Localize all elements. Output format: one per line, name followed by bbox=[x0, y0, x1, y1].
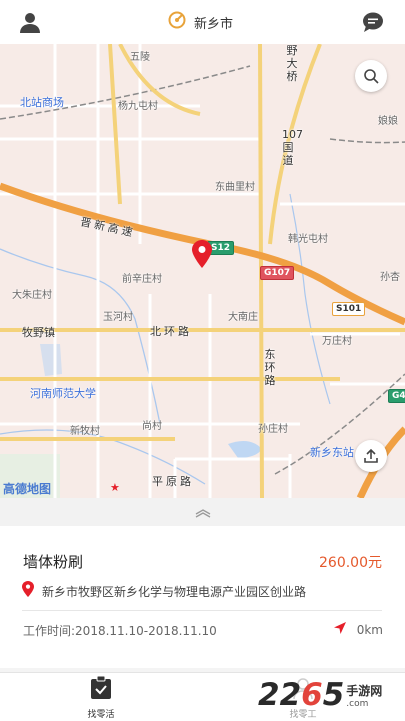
road-beihuan: 北环路 bbox=[150, 325, 192, 338]
label-dongqu: 东曲里村 bbox=[215, 182, 255, 193]
label-sunxing: 孙杏 bbox=[380, 272, 400, 283]
chat-bubble-icon[interactable] bbox=[361, 10, 385, 34]
chevron-up-icon bbox=[194, 503, 212, 522]
user-icon[interactable] bbox=[19, 11, 41, 33]
distance-row: 0km bbox=[333, 620, 383, 639]
star-marker-icon: ★ bbox=[110, 481, 120, 494]
map-view[interactable]: 五陵 北站商场 杨九屯村 娘娘 东曲里村 韩光屯村 孙杏 前辛庄村 大朱庄村 玉… bbox=[0, 44, 405, 498]
job-title: 墙体粉刷 bbox=[23, 553, 84, 571]
road-muye: 牧野镇 bbox=[22, 326, 55, 339]
job-card[interactable]: 墙体粉刷 260.00元 新乡市牧野区新乡化学与物理电源产业园区创业路 工作时间… bbox=[0, 526, 405, 668]
job-price: 260.00元 bbox=[319, 555, 382, 571]
road-donghuan: 东环路 bbox=[264, 348, 276, 387]
label-qianxin: 前辛庄村 bbox=[122, 274, 162, 285]
road-g107: 107国道 bbox=[282, 128, 303, 167]
location-compass-icon bbox=[168, 11, 186, 33]
label-niangjiao: 娘娘 bbox=[378, 116, 398, 127]
label-yangjiu: 杨九屯村 bbox=[118, 101, 158, 112]
share-icon[interactable] bbox=[355, 440, 387, 472]
label-dongzhan: 新乡东站 bbox=[310, 446, 354, 459]
road-pingyuan: 平原路 bbox=[152, 475, 194, 488]
clipboard-check-icon bbox=[90, 675, 112, 704]
map-pin-icon[interactable] bbox=[192, 240, 212, 272]
job-distance: 0km bbox=[356, 622, 383, 637]
label-danan: 大南庄 bbox=[228, 312, 258, 323]
search-icon[interactable] bbox=[355, 60, 387, 92]
navigation-arrow-icon bbox=[333, 620, 347, 639]
label-sunzhuang: 孙庄村 bbox=[258, 424, 288, 435]
tab-find-work[interactable]: 找零活 bbox=[71, 675, 131, 720]
brand-name: 手游网 bbox=[346, 683, 383, 698]
location-pin-icon bbox=[22, 581, 34, 601]
divider bbox=[22, 610, 382, 611]
job-address: 新乡市牧野区新乡化学与物理电源产业园区创业路 bbox=[42, 584, 307, 599]
shield-g4: G4 bbox=[388, 389, 405, 403]
label-yuhe: 玉河村 bbox=[103, 312, 133, 323]
top-bar: 新乡市 bbox=[0, 0, 405, 44]
shield-s101: S101 bbox=[332, 302, 366, 316]
brand-number: 2265 bbox=[258, 677, 345, 713]
brand-url: .com bbox=[346, 698, 369, 709]
city-selector[interactable]: 新乡市 bbox=[168, 11, 233, 33]
brand-watermark: 2265 手游网 .com bbox=[258, 672, 382, 718]
job-time: 工作时间:2018.11.10-2018.11.10 bbox=[23, 624, 217, 638]
label-henan: 河南师范大学 bbox=[30, 387, 96, 400]
label-xinmu: 新牧村 bbox=[70, 426, 100, 437]
label-dazhu: 大朱庄村 bbox=[12, 290, 52, 301]
label-wuling: 五陵 bbox=[130, 52, 150, 63]
city-name: 新乡市 bbox=[194, 16, 234, 32]
tab-label: 找零活 bbox=[87, 710, 115, 720]
label-wanzhuang: 万庄村 bbox=[322, 336, 352, 347]
road-yedaqiao: 野大桥 bbox=[286, 44, 298, 83]
label-hanguang: 韩光屯村 bbox=[288, 234, 328, 245]
label-beizhan: 北站商场 bbox=[20, 96, 64, 109]
panel-drag-handle[interactable] bbox=[0, 498, 405, 526]
map-watermark: 高德地图 bbox=[3, 482, 52, 496]
label-shang: 尚村 bbox=[142, 421, 162, 432]
shield-g107: G107 bbox=[260, 266, 295, 280]
job-address-row: 新乡市牧野区新乡化学与物理电源产业园区创业路 bbox=[22, 580, 382, 602]
